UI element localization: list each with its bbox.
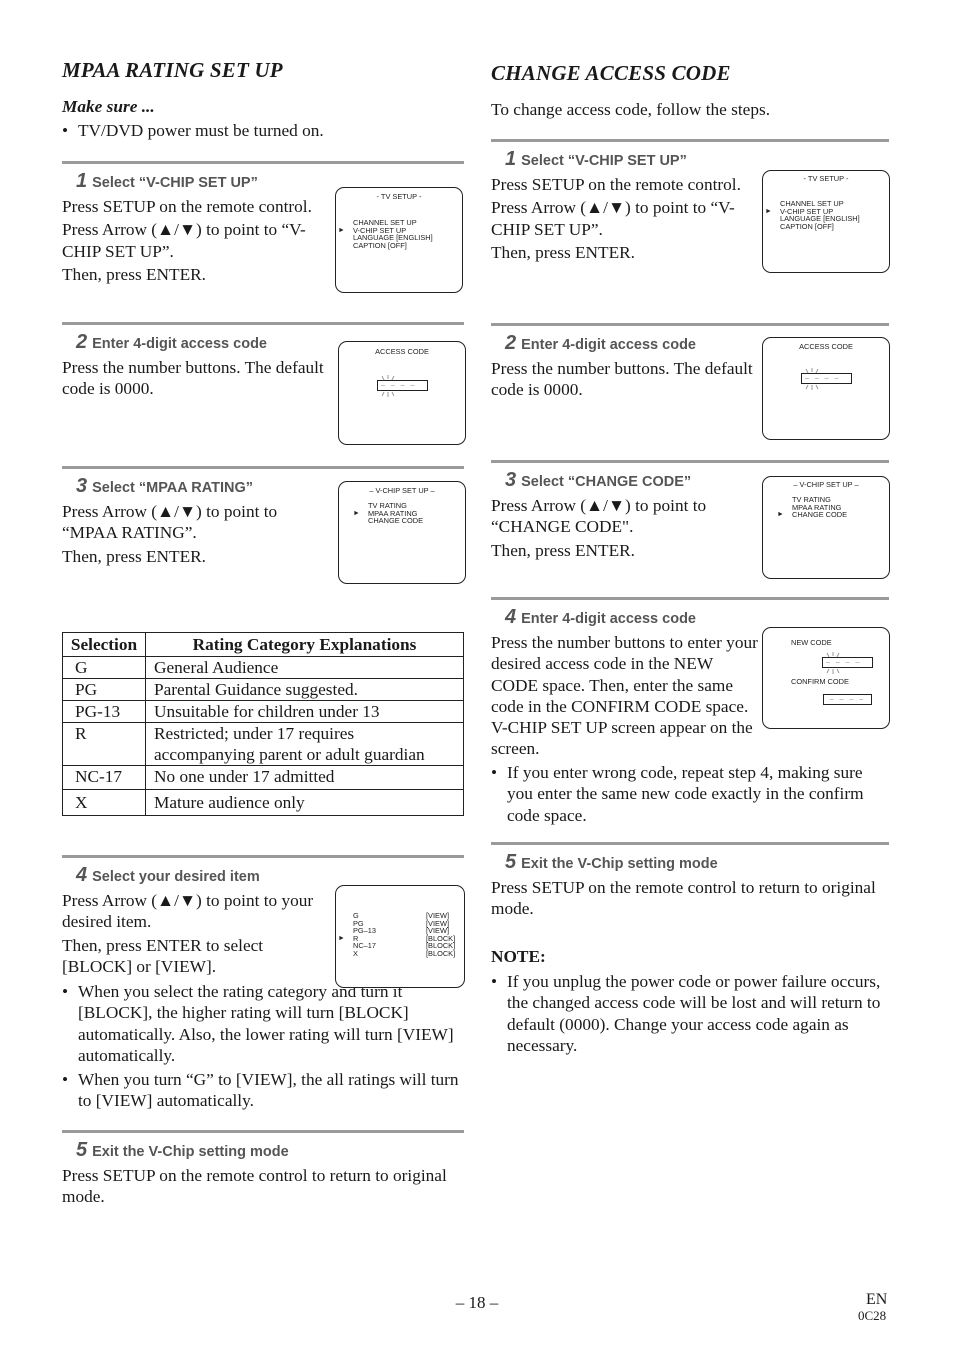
table-row: R Restricted; under 17 requires accompany… [62,722,464,766]
step-5-text: Press SETUP on the remote control to ret… [491,878,876,919]
table-row: NC-17 No one under 17 admitted [62,765,464,790]
tv-setup-screen: - TV SETUP - CHANNEL SET UP ► V-CHIP SET … [335,187,463,293]
table-row: X Mature audience only [62,789,464,816]
section-title: CHANGE ACCESS CODE [491,61,731,85]
page-number: – 18 – [455,1293,499,1312]
note-title: NOTE: [491,947,546,966]
table-row: PG Parental Guidance suggested. [62,678,464,701]
step-divider [62,161,464,164]
step-2-heading: 2 Enter 4-digit access code [76,331,267,353]
access-code-screen: ACCESS CODE – – – – [762,337,890,440]
step-4-text: Press the number buttons to enter your d… [491,633,758,759]
tv-setup-screen: - TV SETUP - CHANNEL SET UP ► V-CHIP SET … [762,170,890,273]
mpaa-rating-section: MPAA RATING SET UP Make sure ... TV/DVD … [62,0,466,1206]
step-divider [491,842,889,845]
vchip-setup-screen: – V-CHIP SET UP – TV RATING MPAA RATING … [762,476,890,579]
step-5-text: Press SETUP on the remote control to ret… [62,1166,447,1207]
step-divider [62,322,464,325]
step-4-text: Press Arrow (▲/▼) to point to your desir… [62,891,314,976]
step-divider [491,323,889,326]
rating-table: Selection Rating Category Explanations G… [62,632,464,816]
step-1-heading: 1 Select “V-CHIP SET UP” [76,170,258,192]
pointer-icon: ► [777,511,784,519]
step-divider [62,855,464,858]
step-3-text: Press Arrow (▲/▼) to point to “CHANGE CO… [491,496,707,560]
step-1-text: Press SETUP on the remote control. Press… [62,197,312,284]
step-4-heading: 4 Enter 4-digit access code [505,606,696,628]
language-label: EN [866,1291,888,1308]
section-title: MPAA RATING SET UP [62,58,283,82]
access-code-screen: ACCESS CODE – – – – [338,341,466,445]
note-bullets: If you unplug the power code or power fa… [491,971,883,1056]
step-4-heading: 4 Select your desired item [76,864,260,886]
blinking-cursor-icon [805,368,819,390]
step-2-heading: 2 Enter 4-digit access code [505,332,696,354]
step-4-bullets: If you enter wrong code, repeat step 4, … [491,762,889,826]
table-header: Selection [62,632,146,657]
step-3-heading: 3 Select “MPAA RATING” [76,475,253,497]
pointer-icon: ► [338,226,345,234]
table-row: G General Audience [62,656,464,679]
confirm-code-label: CONFIRM CODE [791,677,849,686]
step-3-heading: 3 Select “CHANGE CODE” [505,469,692,491]
pointer-icon: ► [765,207,772,215]
pointer-icon: ► [338,934,345,942]
pointer-icon: ► [353,509,360,517]
blinking-cursor-icon [381,375,395,397]
step-divider [62,466,464,469]
step-1-heading: 1 Select “V-CHIP SET UP” [505,148,687,170]
step-divider [491,460,889,463]
step-5-heading: 5 Exit the V-Chip setting mode [76,1139,289,1161]
confirm-code-field: – – – – [823,694,872,705]
step-5-heading: 5 Exit the V-Chip setting mode [505,851,718,873]
step-divider [491,139,889,142]
step-1-text: Press SETUP on the remote control. Press… [491,175,741,262]
table-header: Rating Category Explanations [145,632,464,657]
make-sure-label: Make sure ... [62,97,155,116]
new-code-screen: NEW CODE – – – – CONFIRM CODE – – – – [762,627,890,729]
document-code: 0C28 [858,1308,887,1323]
step-divider [491,597,889,600]
step-divider [62,1130,464,1133]
mpaa-rating-screen: G [VIEW] PG [VIEW] PG–13 [VIEW] ► R [BLOCK] N… [335,885,465,988]
step-2-text: Press the number buttons. The default co… [62,358,324,399]
new-code-label: NEW CODE [791,638,832,647]
table-row: PG-13 Unsuitable for children under 13 [62,700,464,723]
step-4-bullets: When you select the rating category and … [62,981,460,1112]
blinking-cursor-icon [826,652,840,674]
step-2-text: Press the number buttons. The default co… [491,359,753,400]
intro-text: To change access code, follow the steps. [491,100,771,119]
vchip-setup-screen: – V-CHIP SET UP – TV RATING ► MPAA RATING… [338,481,466,584]
step-3-text: Press Arrow (▲/▼) to point to “MPAA RATI… [62,502,278,566]
make-sure-bullet: TV/DVD power must be turned on. [62,120,464,141]
